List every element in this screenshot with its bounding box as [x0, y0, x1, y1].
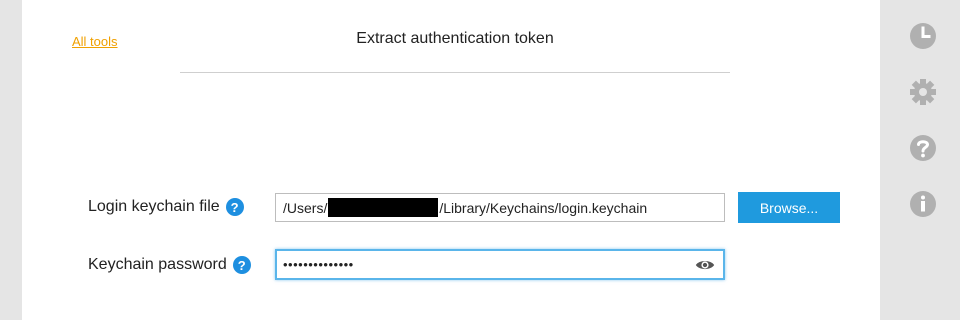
- keychain-file-row-label: Login keychain file ?: [88, 198, 244, 216]
- title-divider: [180, 72, 730, 73]
- keychain-path-suffix: /Library/Keychains/login.keychain: [439, 199, 648, 216]
- keychain-path-prefix: /Users/: [283, 199, 328, 216]
- keychain-password-input[interactable]: ••••••••••••••: [275, 249, 725, 280]
- clock-icon[interactable]: [909, 22, 937, 50]
- keychain-file-label: Login keychain file: [88, 198, 220, 215]
- redacted-username: [328, 198, 439, 217]
- page-title: Extract authentication token: [356, 30, 554, 47]
- keychain-password-help-icon[interactable]: ?: [232, 256, 251, 274]
- browse-button[interactable]: Browse...: [738, 192, 840, 223]
- gear-icon[interactable]: [909, 78, 937, 106]
- keychain-password-row-label: Keychain password ?: [88, 256, 251, 274]
- show-password-eye-icon[interactable]: [695, 257, 715, 273]
- keychain-file-help-icon[interactable]: ?: [225, 198, 244, 216]
- masked-password: ••••••••••••••: [283, 257, 354, 272]
- main-panel: All tools Extract authentication token L…: [22, 0, 880, 320]
- keychain-password-label: Keychain password: [88, 256, 227, 273]
- keychain-file-input[interactable]: /Users/ /Library/Keychains/login.keychai…: [275, 193, 725, 222]
- help-icon[interactable]: [909, 134, 937, 162]
- info-icon[interactable]: [909, 190, 937, 218]
